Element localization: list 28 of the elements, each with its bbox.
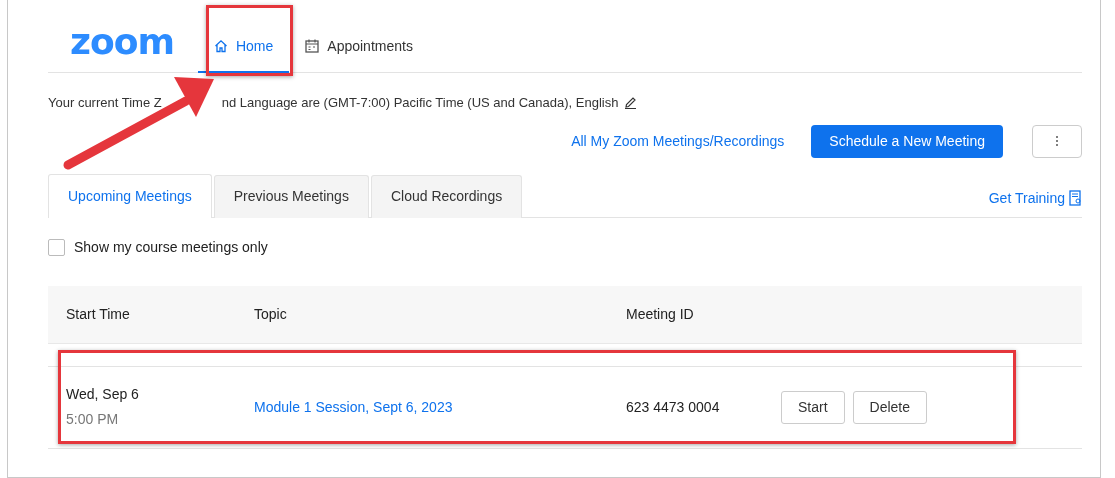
meetings-tab[interactable]: Upcoming Meetings bbox=[48, 173, 212, 218]
meeting-id: 623 4473 0004 bbox=[626, 397, 721, 417]
pencil-icon[interactable] bbox=[624, 96, 638, 110]
calendar-icon bbox=[305, 39, 320, 53]
column-header: Meeting ID bbox=[626, 304, 695, 324]
column-header: Topic bbox=[254, 304, 288, 324]
meeting-topic-link[interactable]: Module 1 Session, Sept 6, 2023 bbox=[254, 398, 453, 415]
more-options-button[interactable] bbox=[1032, 124, 1082, 158]
meetings-tab[interactable]: Cloud Recordings bbox=[370, 174, 523, 218]
meetings-recordings-link[interactable]: All My Zoom Meetings/Recordings bbox=[571, 130, 785, 152]
more-icon bbox=[1055, 135, 1059, 147]
nav-tab[interactable]: Appointments bbox=[289, 21, 429, 73]
checkbox[interactable] bbox=[48, 238, 65, 256]
checkbox-label: Show my course meetings only bbox=[74, 237, 268, 257]
home-icon bbox=[213, 39, 228, 53]
document-icon bbox=[1069, 190, 1082, 206]
column-header: Start Time bbox=[65, 304, 131, 324]
timezone-text: nd Language are (GMT-7:00) Pacific Time (US and Canada), English bbox=[221, 94, 619, 112]
schedule-meeting-button[interactable]: Schedule a New Meeting bbox=[811, 124, 1003, 158]
timezone-text: Your current Time Z bbox=[48, 94, 162, 112]
meetings-tab[interactable]: Previous Meetings bbox=[213, 174, 369, 218]
meeting-action-button[interactable]: Delete bbox=[852, 390, 928, 424]
get-training-link[interactable]: Get Training bbox=[988, 187, 1082, 209]
meeting-time: 5:00 PM bbox=[66, 410, 120, 429]
meeting-action-button[interactable]: Start bbox=[781, 390, 845, 424]
meeting-date: Wed, Sep 6 bbox=[66, 385, 140, 404]
nav-tab[interactable]: Home bbox=[197, 21, 290, 73]
zoom-logo: zoom bbox=[70, 24, 174, 60]
